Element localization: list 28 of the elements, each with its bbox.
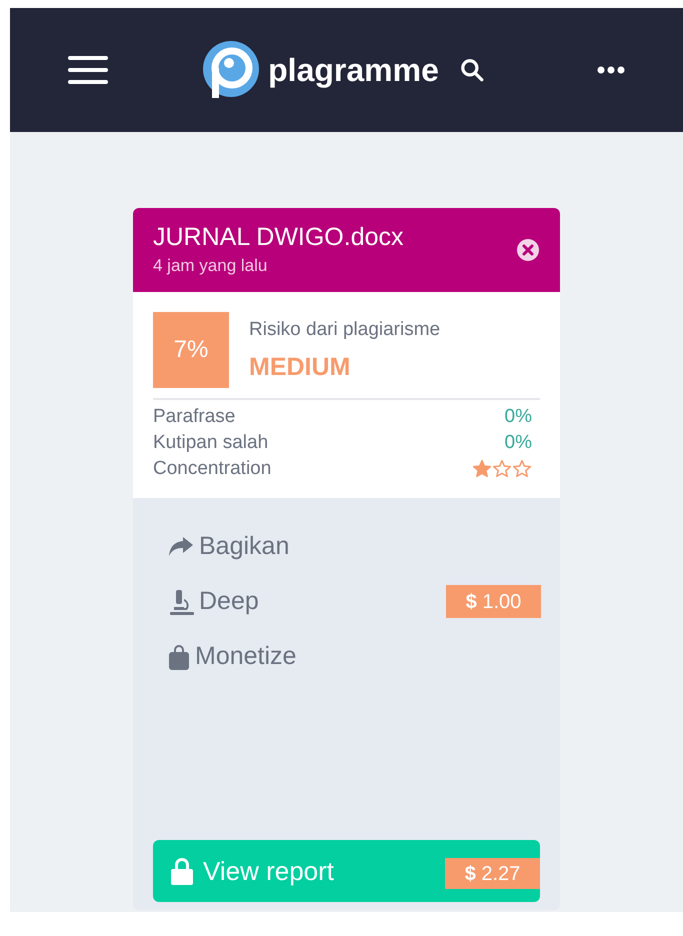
menu-icon[interactable]	[68, 55, 108, 85]
search-icon[interactable]	[458, 57, 485, 83]
metric-value: 0%	[504, 404, 532, 429]
close-icon[interactable]	[516, 238, 540, 262]
metric-label: Kutipan salah	[153, 430, 268, 455]
score-badge: 7%	[153, 312, 229, 388]
brand-name: plagramme	[268, 51, 439, 90]
metric-label: Parafrase	[153, 404, 236, 429]
logo-icon	[200, 40, 260, 100]
metric-value: 0%	[504, 430, 532, 455]
view-report-button[interactable]: View report $ 2.27	[153, 840, 540, 902]
price-tag: $ 2.27	[445, 858, 540, 889]
upload-time: 4 jam yang lalu	[153, 255, 268, 278]
price-tag: $ 1.00	[446, 585, 541, 618]
action-link[interactable]: Monetize	[167, 638, 296, 676]
more-icon[interactable]	[597, 65, 625, 75]
shopping-bag-icon	[167, 642, 191, 670]
action-link[interactable]: Deep	[167, 582, 259, 620]
share-arrow-icon	[167, 534, 195, 558]
action-link[interactable]: Bagikan	[167, 528, 290, 566]
lock-icon	[169, 857, 195, 885]
file-name: JURNAL DWIGO.docx	[153, 222, 405, 254]
microscope-icon	[167, 588, 195, 616]
risk-level: MEDIUM	[249, 352, 352, 382]
metric-label: Concentration	[153, 456, 272, 481]
filled-star-icon	[472, 459, 492, 479]
empty-star-icon	[512, 459, 532, 479]
risk-label: Risiko dari plagiarisme	[249, 318, 440, 342]
